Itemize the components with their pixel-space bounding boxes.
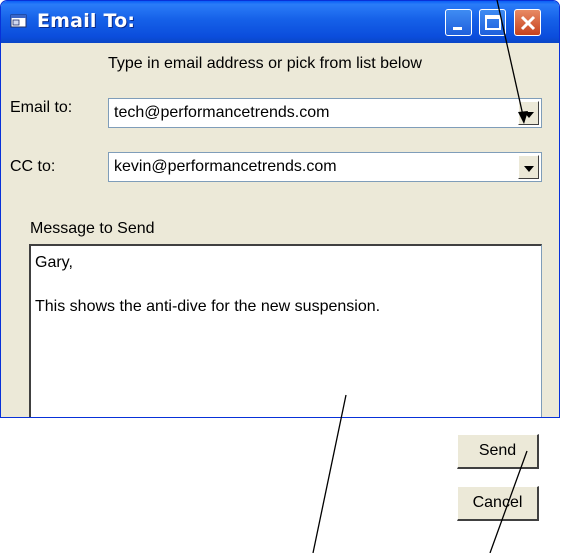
mail-window-icon [10, 13, 28, 29]
close-icon [520, 15, 536, 31]
maximize-icon [485, 15, 501, 30]
message-label: Message to Send [30, 220, 155, 237]
minimize-icon [453, 27, 462, 30]
cc-to-dropdown-button[interactable] [518, 155, 539, 179]
window-title: Email To: [37, 10, 136, 32]
close-button[interactable] [514, 9, 541, 36]
email-to-value[interactable]: tech@performancetrends.com [114, 104, 329, 122]
annotation-line-message [312, 394, 347, 553]
email-to-label: Email to: [10, 99, 73, 116]
email-hint-label: Type in email address or pick from list … [108, 55, 422, 72]
title-bar[interactable]: Email To: [1, 1, 559, 43]
message-line: This shows the anti-dive for the new sus… [35, 298, 381, 315]
email-to-dropdown-button[interactable] [518, 101, 539, 125]
email-dialog-window: Email To: Type in email address or pick … [0, 0, 560, 418]
chevron-down-icon [524, 112, 534, 118]
chevron-down-icon [524, 166, 534, 172]
cancel-button[interactable]: Cancel [457, 486, 539, 521]
minimize-button[interactable] [445, 9, 472, 36]
cc-to-value[interactable]: kevin@performancetrends.com [114, 158, 337, 176]
maximize-button[interactable] [479, 9, 506, 36]
cc-to-label: CC to: [10, 158, 56, 175]
email-to-combobox[interactable]: tech@performancetrends.com [108, 98, 542, 128]
message-textarea[interactable]: Gary, This shows the anti-dive for the n… [29, 244, 542, 417]
send-button[interactable]: Send [457, 434, 539, 469]
cc-to-combobox[interactable]: kevin@performancetrends.com [108, 152, 542, 182]
message-line: Gary, [35, 254, 73, 271]
